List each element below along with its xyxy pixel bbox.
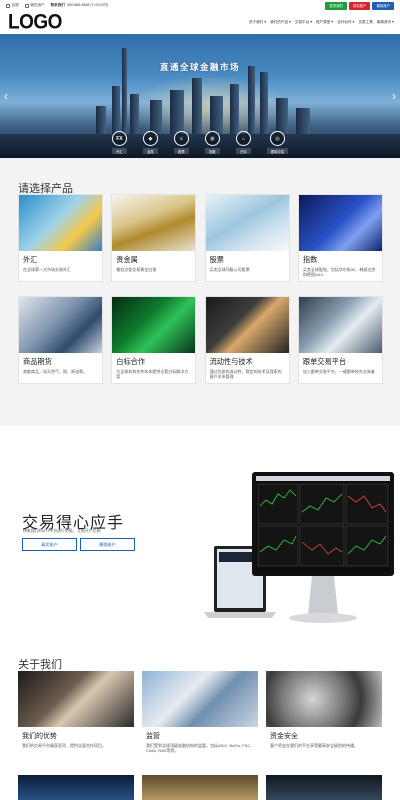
monitor-stand xyxy=(308,576,338,614)
coins-image xyxy=(142,775,258,800)
shield-icon xyxy=(6,3,10,8)
forex-image xyxy=(19,195,102,251)
phone-label: 联系我们 xyxy=(50,3,65,7)
about-grid: 我们的优势 我们的交易平台屡获奖项，提供全面合作项目。 监管 我们受到全球顶级金… xyxy=(18,671,382,761)
product-card-liquidity[interactable]: 流动性与技术 通过优质的流动性、稳定的技术及我家的客户关系管理 xyxy=(204,296,290,384)
about-card-security[interactable]: 资金安全 客户资金在我们的平台享受最高安全级别的待遇。 xyxy=(266,671,382,761)
top-bar: 合规 我在用户 联系我们 400-888-8888 (7×24小时) 登录我的 … xyxy=(0,0,400,11)
about-grid-row-2 xyxy=(18,775,382,800)
banner-link-indices[interactable]: ◍ 指数 xyxy=(204,131,220,154)
trading-floor-image xyxy=(298,297,382,353)
demo-account-button[interactable]: 模拟账户 xyxy=(372,1,394,10)
nav-item-news[interactable]: 新闻资讯 ▾ xyxy=(377,20,394,25)
indices-image xyxy=(298,195,382,251)
platform-section: 交易得心应手 快来我们的MT4平台进行交易。 立即开户交易! 真实账户 模拟账户 xyxy=(0,426,400,651)
trading-desk-image xyxy=(205,297,289,353)
mt4-devices-illustration xyxy=(204,472,394,623)
banner-link-forex[interactable]: FX 外汇 xyxy=(111,131,127,154)
hero-banner: 直通全球金融市场 ‹ › FX 外汇 ◆ 金属 ⚔ 股票 ◍ 指数 ⌂ 白标 ◎… xyxy=(0,34,400,158)
banner-title: 直通全球金融市场 xyxy=(159,62,240,72)
carousel-next-icon[interactable]: › xyxy=(392,90,396,102)
globe-icon: ◍ xyxy=(204,131,220,146)
banner-tower xyxy=(230,84,239,136)
product-card-indices[interactable]: 指数 买卖全球股指，包括华尔街30、韩部达克和德国DAX xyxy=(297,194,383,282)
stocks-image xyxy=(205,195,289,251)
user-icon xyxy=(24,3,29,8)
whitelabel-image xyxy=(112,297,196,353)
building-icon: ⌂ xyxy=(235,131,251,146)
products-grid-row-2: 商品期货 育能商品，如天然气、铜、原油等。 白标合作 为全球机构合作伙伴提供全套… xyxy=(18,296,383,384)
banner-link-copytrade[interactable]: ◎ 跟单交易 xyxy=(266,131,289,154)
product-card-stocks[interactable]: 股票 买卖全球顶级公司股票 xyxy=(204,194,290,282)
banknotes-image xyxy=(142,671,258,727)
banner-tower xyxy=(170,90,184,136)
products-grid-row-1: 外汇 在全球第一大市场交易外汇 贵金属 最低点差交易黄金白银 股票 买卖全球顶级… xyxy=(18,194,383,282)
product-card-metals[interactable]: 贵金属 最低点差交易黄金白银 xyxy=(111,194,197,282)
product-card-copytrade[interactable]: 跟单交易平台 加入跟单交易平台，一键跟单较先交易者 xyxy=(297,296,383,384)
product-card-whitelabel[interactable]: 白标合作 为全球机构合作伙伴提供全套白标解决方案 xyxy=(111,296,197,384)
nav-item-partners[interactable]: 合作伙伴 ▾ xyxy=(337,20,354,25)
site-logo[interactable]: LOGO xyxy=(8,12,62,33)
gold-icon: ◆ xyxy=(142,131,158,146)
login-button[interactable]: 登录我的 xyxy=(325,1,347,10)
banner-link-whitelabel[interactable]: ⌂ 白标 xyxy=(235,131,251,154)
carousel-prev-icon[interactable]: ‹ xyxy=(4,90,8,102)
platform-subtitle: 快来我们的MT4平台进行交易。 立即开户交易! xyxy=(23,529,102,533)
forex-icon: FX xyxy=(111,131,127,146)
banner-tower xyxy=(192,78,202,136)
handshake-image xyxy=(18,671,134,727)
banner-link-metals[interactable]: ◆ 金属 xyxy=(142,131,158,154)
banner-link-stocks[interactable]: ⚔ 股票 xyxy=(173,131,189,154)
bull-icon: ⚔ xyxy=(173,131,189,146)
banner-tower xyxy=(248,66,255,136)
meeting-image xyxy=(19,297,102,353)
topbar-link-compliance[interactable]: 合规 xyxy=(6,3,19,8)
copy-trade-icon: ◎ xyxy=(270,131,285,146)
banner-tower xyxy=(112,86,120,136)
nav-item-products[interactable]: 我们的产品 ▾ xyxy=(270,20,291,25)
banner-tower xyxy=(260,72,268,136)
nav-item-about[interactable]: 关于我们 ▾ xyxy=(249,20,266,25)
about-title: 关于我们 xyxy=(18,659,62,671)
demo-account-outline-button[interactable]: 模拟账户 xyxy=(80,538,135,551)
topbar-phone: 联系我们 400-888-8888 (7×24小时) xyxy=(51,3,108,8)
city-night-image xyxy=(266,775,382,800)
about-card-regulation[interactable]: 监管 我们受到全球顶级金融机构的监管，包括ASIC, BaFin, FSC, C… xyxy=(142,671,258,761)
monitor-foot xyxy=(289,613,357,623)
banner-tower xyxy=(130,94,139,136)
real-account-outline-button[interactable]: 真实账户 xyxy=(22,538,77,551)
products-section: 请选择产品 外汇 在全球第一大市场交易外汇 贵金属 最低点差交易黄金白银 股票 … xyxy=(0,158,400,426)
nav-item-tools[interactable]: 交易工具 xyxy=(358,20,372,25)
product-card-commodities[interactable]: 商品期货 育能商品，如天然气、铜、原油等。 xyxy=(18,296,103,384)
nav-item-accounts[interactable]: 账户类型 ▾ xyxy=(316,20,333,25)
topbar-link-user[interactable]: 我在用户 xyxy=(24,3,45,8)
about-card-advantages[interactable]: 我们的优势 我们的交易平台屡获奖项，提供全面合作项目。 xyxy=(18,671,134,761)
phone-number: 400-888-8888 (7×24小时) xyxy=(66,3,108,7)
gold-bars-image xyxy=(112,195,196,251)
banner-tower xyxy=(210,96,223,136)
about-section: 关于我们 我们的优势 我们的交易平台屡获奖项，提供全面合作项目。 监管 我们受到… xyxy=(0,651,400,800)
banner-icon-row: FX 外汇 ◆ 金属 ⚔ 股票 ◍ 指数 ⌂ 白标 ◎ 跟单交易 xyxy=(0,131,400,154)
laptop-base xyxy=(204,612,276,618)
vault-image xyxy=(266,671,382,727)
earth-image xyxy=(18,775,134,800)
product-card-forex[interactable]: 外汇 在全球第一大市场交易外汇 xyxy=(18,194,103,282)
nav-item-platforms[interactable]: 交易平台 ▾ xyxy=(295,20,312,25)
nav-menu: 关于我们 ▾ 我们的产品 ▾ 交易平台 ▾ 账户类型 ▾ 合作伙伴 ▾ 交易工具… xyxy=(249,20,394,25)
main-nav: LOGO 关于我们 ▾ 我们的产品 ▾ 交易平台 ▾ 账户类型 ▾ 合作伙伴 ▾… xyxy=(0,11,400,34)
real-account-button[interactable]: 真实账户 xyxy=(348,1,371,10)
